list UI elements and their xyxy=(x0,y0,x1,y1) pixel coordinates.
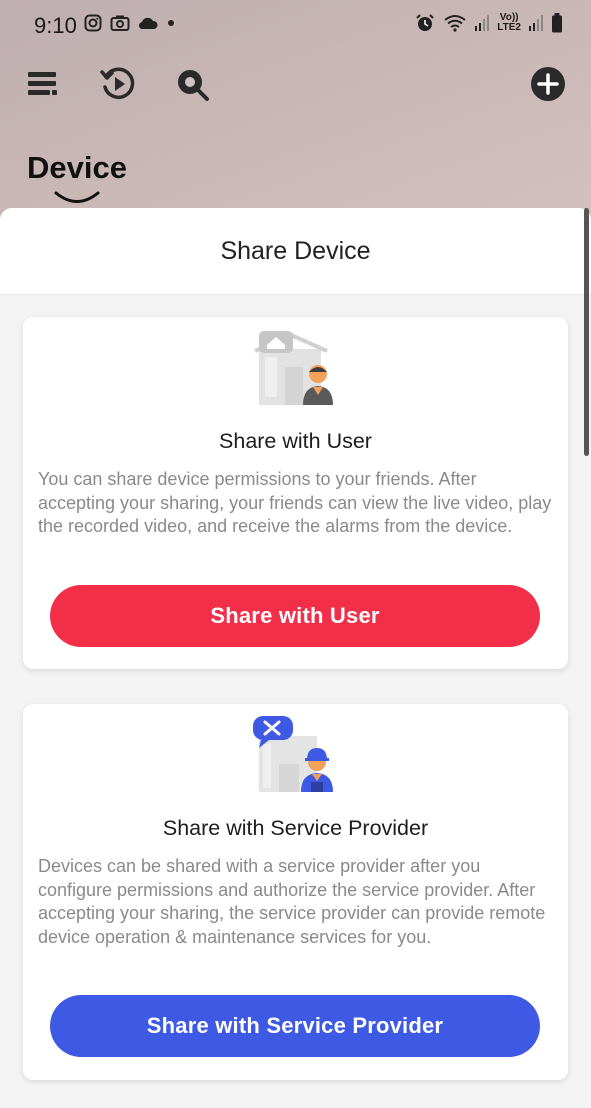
camera-icon xyxy=(110,15,130,31)
signal-icon xyxy=(475,15,490,31)
share-with-service-provider-description: Devices can be shared with a service pro… xyxy=(38,856,546,947)
menu-button[interactable] xyxy=(21,62,65,106)
user-share-illustration-icon xyxy=(253,331,333,405)
battery-icon xyxy=(552,13,562,33)
add-device-button[interactable] xyxy=(526,62,570,106)
share-with-user-card: Share with User You can share device per… xyxy=(23,317,568,669)
share-with-user-description: You can share device permissions to your… xyxy=(38,469,552,536)
share-with-user-button[interactable]: Share with User xyxy=(50,585,540,647)
toolbar xyxy=(0,62,591,106)
page-title: Device xyxy=(27,150,127,185)
share-with-service-provider-title: Share with Service Provider xyxy=(162,816,429,840)
share-with-service-provider-button[interactable]: Share with Service Provider xyxy=(50,995,540,1057)
cloud-icon xyxy=(138,17,158,30)
search-button[interactable] xyxy=(170,62,214,106)
share-with-user-title: Share with User xyxy=(219,429,372,453)
instagram-icon xyxy=(84,14,102,32)
network-type-label: Vo)) LTE2 xyxy=(497,13,521,33)
title-underline-indicator xyxy=(54,191,100,203)
wifi-icon xyxy=(444,15,466,32)
service-provider-illustration-icon xyxy=(252,716,333,792)
search-icon xyxy=(178,70,209,101)
alarm-icon xyxy=(416,14,434,31)
status-time: 9:10 xyxy=(34,13,77,38)
add-icon xyxy=(531,67,565,101)
network-label-bottom: LTE2 xyxy=(497,22,521,33)
signal-icon xyxy=(529,15,543,31)
share-device-sheet: Share Device Share with User You can sha… xyxy=(0,208,591,1108)
menu-icon xyxy=(28,72,57,95)
dot-icon xyxy=(168,20,174,26)
sheet-title: Share Device xyxy=(0,208,591,295)
scrollbar[interactable] xyxy=(584,208,589,456)
playback-button[interactable] xyxy=(96,62,140,106)
share-with-service-provider-card: Share with Service Provider Devices can … xyxy=(23,704,568,1080)
status-bar: 9:10 Vo)) LTE2 xyxy=(0,0,591,52)
playback-icon xyxy=(100,67,135,100)
